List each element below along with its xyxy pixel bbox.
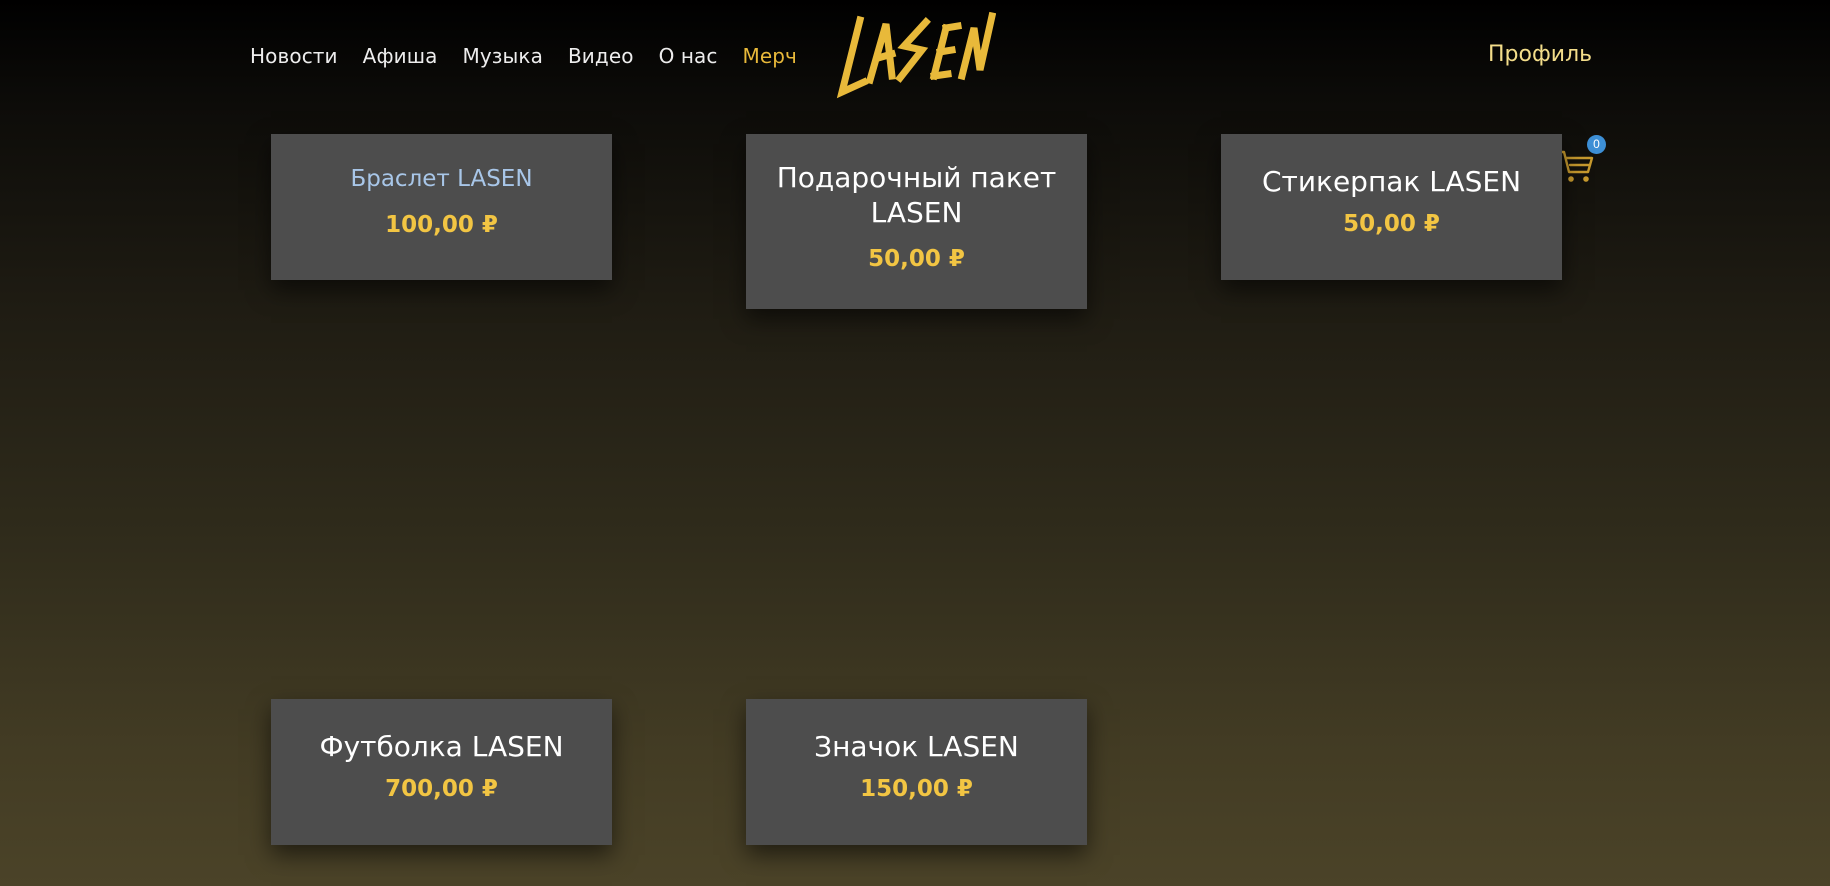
product-price: 700,00 ₽ — [385, 776, 498, 802]
product-price: 150,00 ₽ — [860, 776, 973, 802]
nav-item-music[interactable]: Музыка — [463, 44, 543, 68]
product-name[interactable]: Браслет LASEN — [292, 164, 592, 194]
product-name[interactable]: Значок LASEN — [767, 729, 1067, 764]
profile-link[interactable]: Профиль — [1488, 42, 1592, 67]
nav-item-events[interactable]: Афиша — [363, 44, 438, 68]
product-name[interactable]: Футболка LASEN — [292, 729, 592, 764]
main-nav: Новости Афиша Музыка Видео О нас Мерч — [250, 44, 822, 68]
nav-item-merch[interactable]: Мерч — [743, 44, 797, 68]
nav-item-about[interactable]: О нас — [659, 44, 718, 68]
product-price: 50,00 ₽ — [868, 246, 965, 272]
product-card[interactable]: Браслет LASEN 100,00 ₽ — [271, 134, 612, 280]
product-card[interactable]: Футболка LASEN 700,00 ₽ — [271, 699, 612, 845]
product-card[interactable]: Подарочный пакет LASEN 50,00 ₽ — [746, 134, 1087, 309]
product-name[interactable]: Стикерпак LASEN — [1242, 164, 1542, 199]
nav-item-video[interactable]: Видео — [568, 44, 634, 68]
product-card[interactable]: Значок LASEN 150,00 ₽ — [746, 699, 1087, 845]
cart-count-badge: 0 — [1587, 135, 1606, 154]
product-price: 100,00 ₽ — [385, 212, 498, 238]
product-card[interactable]: Стикерпак LASEN 50,00 ₽ — [1221, 134, 1562, 280]
product-name[interactable]: Подарочный пакет LASEN — [767, 160, 1067, 230]
lasen-logo — [836, 11, 996, 99]
product-price: 50,00 ₽ — [1343, 211, 1440, 237]
nav-item-news[interactable]: Новости — [250, 44, 338, 68]
